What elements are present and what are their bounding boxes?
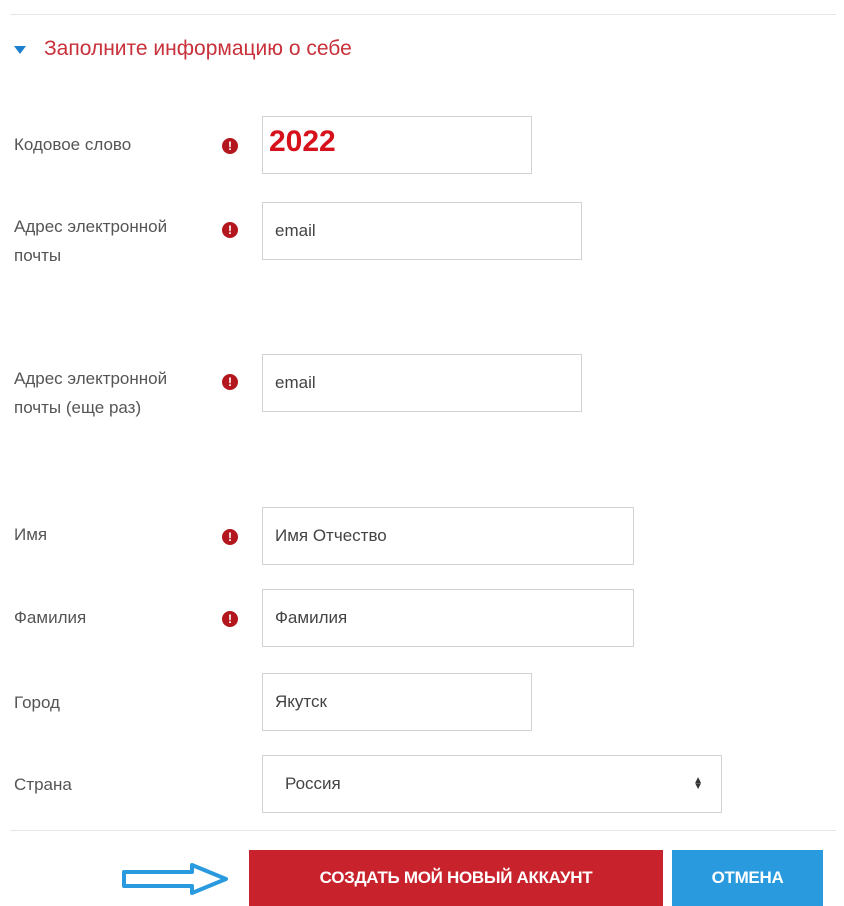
field-label-firstname: Имя (14, 525, 48, 544)
country-select-value: Россия (285, 774, 341, 793)
create-account-button[interactable]: СОЗДАТЬ МОЙ НОВЫЙ АККАУНТ (249, 850, 663, 906)
firstname-input[interactable]: Имя Отчество (262, 507, 634, 565)
section-title: Заполните информацию о себе (44, 37, 352, 60)
field-label-codeword: Кодовое слово (14, 135, 132, 154)
bottom-divider (10, 830, 836, 831)
caret-down-icon (14, 46, 26, 54)
lastname-input[interactable]: Фамилия (262, 589, 634, 647)
field-label-city: Город (14, 693, 60, 712)
city-input[interactable]: Якутск (262, 673, 532, 731)
field-label-lastname: Фамилия (14, 608, 87, 627)
right-arrow-icon (122, 863, 228, 895)
exclamation-circle-icon: ! (222, 138, 238, 154)
exclamation-circle-icon: ! (222, 222, 238, 238)
exclamation-circle-icon: ! (222, 611, 238, 627)
section-toggle[interactable]: Заполните информацию о себе (14, 34, 352, 64)
select-arrows-icon: ▲ ▼ (693, 775, 703, 792)
email-input[interactable]: email (262, 202, 582, 260)
cancel-button[interactable]: ОТМЕНА (672, 850, 823, 906)
top-divider (10, 14, 836, 15)
email-confirm-input[interactable]: email (262, 354, 582, 412)
country-select[interactable]: Россия ▲ ▼ (262, 755, 722, 813)
field-label-email-confirm: Адрес электронной почты (еще раз) (14, 369, 168, 417)
codeword-input[interactable]: 2022 (262, 116, 532, 174)
field-label-email: Адрес электронной почты (14, 217, 168, 265)
exclamation-circle-icon: ! (222, 529, 238, 545)
field-label-country: Страна (14, 775, 72, 794)
exclamation-circle-icon: ! (222, 374, 238, 390)
